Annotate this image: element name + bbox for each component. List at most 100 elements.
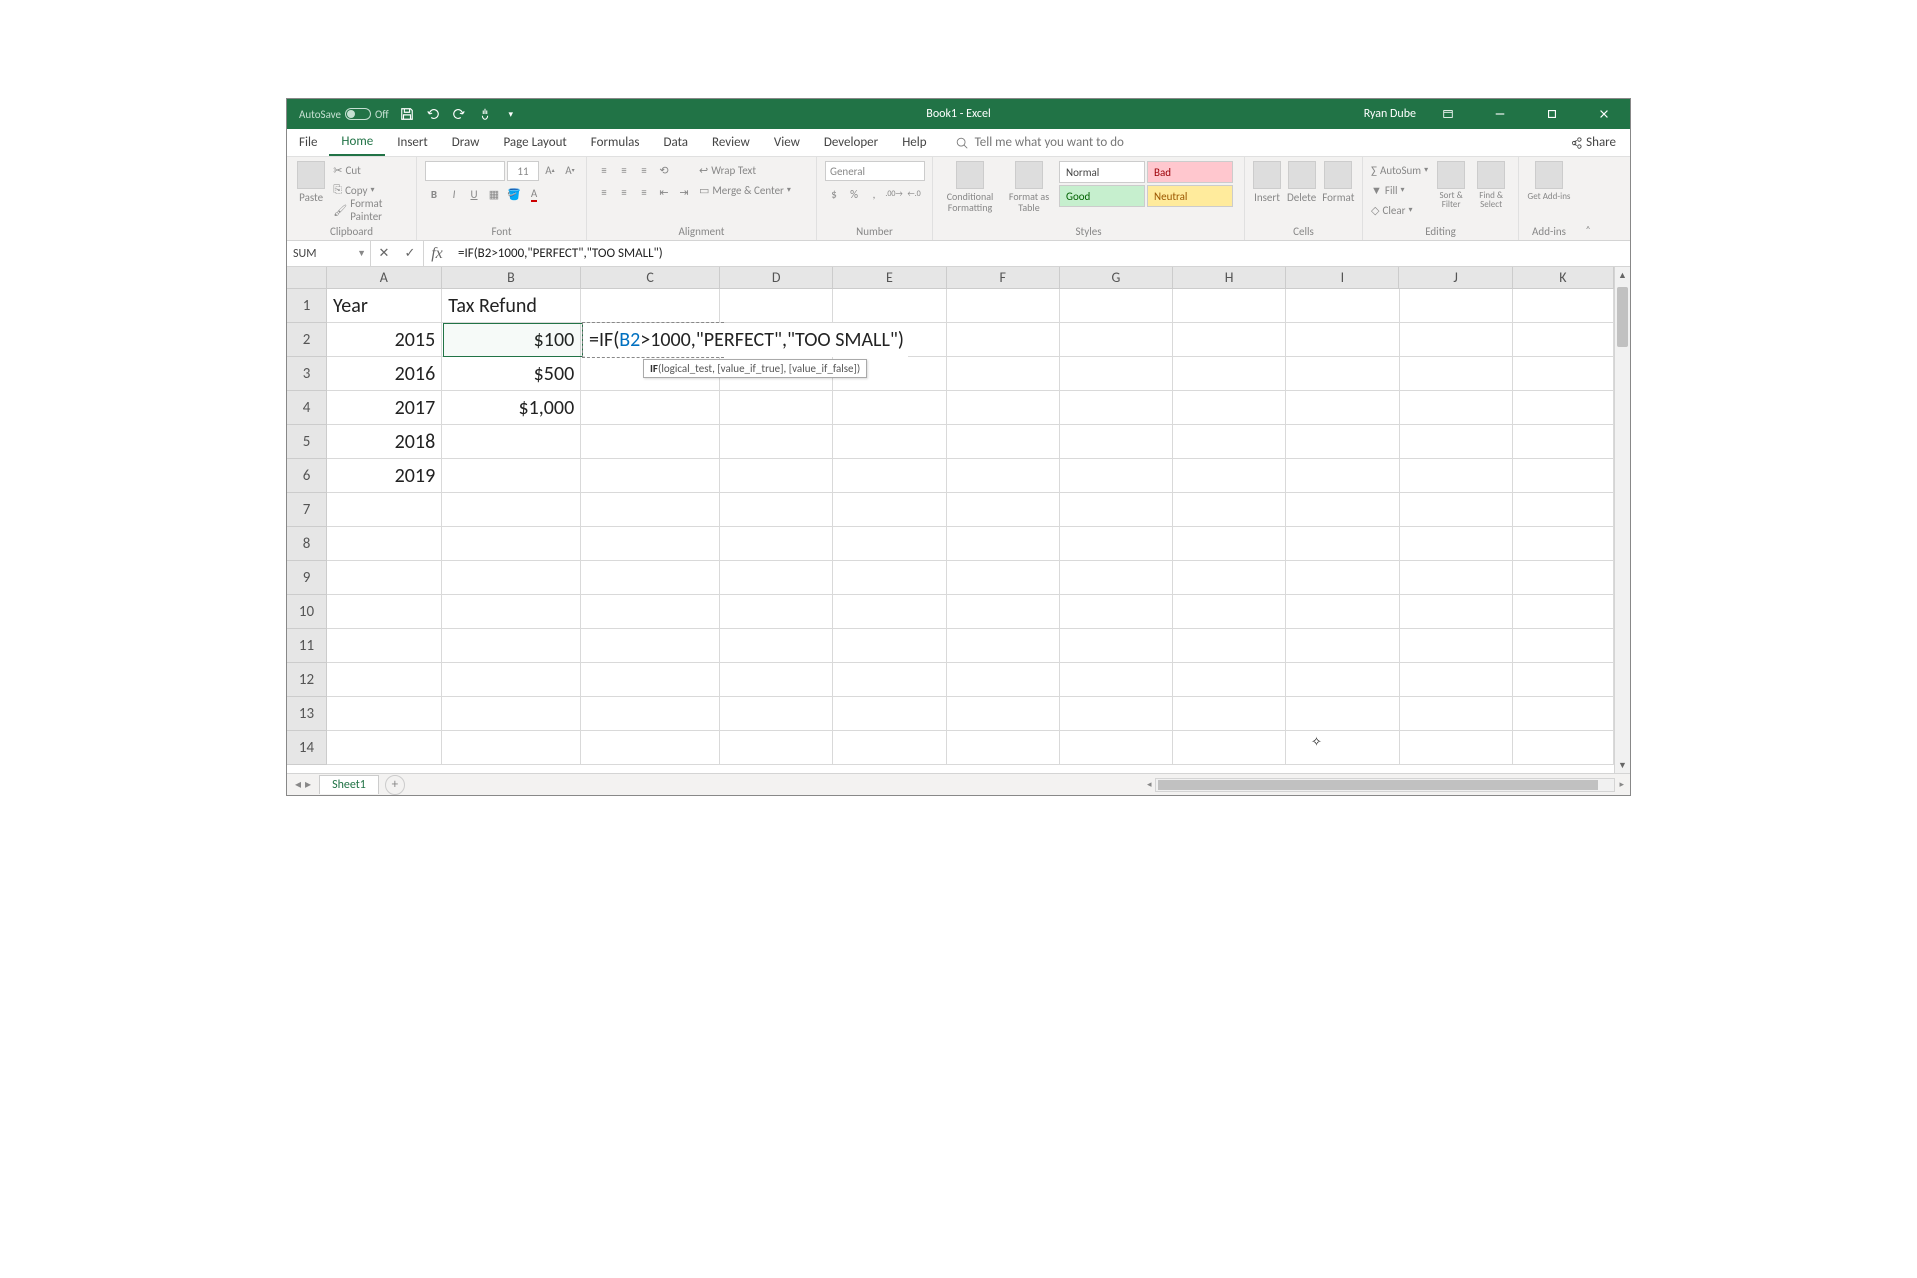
cell-h3[interactable] <box>1173 357 1286 391</box>
tab-view[interactable]: View <box>762 129 812 156</box>
row-header-3[interactable]: 3 <box>287 357 327 391</box>
align-center-icon[interactable]: ≡ <box>615 183 633 201</box>
decrease-indent-icon[interactable]: ⇤ <box>655 183 673 201</box>
align-left-icon[interactable]: ≡ <box>595 183 613 201</box>
select-all-corner[interactable] <box>287 267 327 289</box>
column-header-d[interactable]: D <box>720 267 833 289</box>
cell-d1[interactable] <box>720 289 833 323</box>
cell-e5[interactable] <box>833 425 946 459</box>
tab-home[interactable]: Home <box>329 129 385 156</box>
column-header-a[interactable]: A <box>327 267 442 289</box>
scroll-left-icon[interactable]: ◂ <box>1147 779 1152 790</box>
row-header-9[interactable]: 9 <box>287 561 327 595</box>
cell-h4[interactable] <box>1173 391 1286 425</box>
cell-c4[interactable] <box>581 391 720 425</box>
ribbon-display-icon[interactable] <box>1428 99 1468 129</box>
style-bad[interactable]: Bad <box>1147 161 1233 183</box>
sort-filter-button[interactable]: Sort & Filter <box>1434 161 1468 210</box>
cell-b4[interactable]: $1,000 <box>442 391 581 425</box>
formula-input[interactable]: =IF(B2>1000,"PERFECT","TOO SMALL") <box>450 241 1630 266</box>
cell-c5[interactable] <box>581 425 720 459</box>
cell-i1[interactable] <box>1286 289 1399 323</box>
cell-b3[interactable]: $500 <box>442 357 581 391</box>
row-header-8[interactable]: 8 <box>287 527 327 561</box>
cell-h1[interactable] <box>1173 289 1286 323</box>
insert-cells-button[interactable]: Insert <box>1253 161 1281 204</box>
cell-h5[interactable] <box>1173 425 1286 459</box>
cell-k2[interactable] <box>1513 323 1614 357</box>
tab-page-layout[interactable]: Page Layout <box>491 129 578 156</box>
column-header-k[interactable]: K <box>1513 267 1614 289</box>
cell-b2[interactable]: $100 <box>442 323 581 357</box>
format-as-table-button[interactable]: Format as Table <box>1005 161 1053 213</box>
cell-a2[interactable]: 2015 <box>327 323 442 357</box>
row-header-10[interactable]: 10 <box>287 595 327 629</box>
fx-icon[interactable]: fx <box>424 241 450 266</box>
share-button[interactable]: Share <box>1554 129 1630 156</box>
italic-button[interactable]: I <box>445 185 463 203</box>
collapse-ribbon-icon[interactable]: ˄ <box>1579 157 1597 240</box>
font-color-button[interactable]: A <box>525 185 543 203</box>
cell-a12[interactable] <box>327 663 442 697</box>
paste-button[interactable]: Paste <box>295 161 327 204</box>
cell-g5[interactable] <box>1060 425 1173 459</box>
comma-icon[interactable]: , <box>865 185 883 203</box>
tell-me-search[interactable]: Tell me what you want to do <box>955 129 1124 156</box>
cell-b5[interactable] <box>442 425 581 459</box>
style-good[interactable]: Good <box>1059 185 1145 207</box>
cell-i2[interactable] <box>1286 323 1399 357</box>
undo-icon[interactable] <box>425 106 441 122</box>
cell-a9[interactable] <box>327 561 442 595</box>
row-header-5[interactable]: 5 <box>287 425 327 459</box>
cell-j5[interactable] <box>1400 425 1513 459</box>
tab-developer[interactable]: Developer <box>812 129 890 156</box>
maximize-button[interactable] <box>1532 99 1572 129</box>
column-header-g[interactable]: G <box>1060 267 1173 289</box>
cell-k5[interactable] <box>1513 425 1614 459</box>
cell-f6[interactable] <box>947 459 1060 493</box>
underline-button[interactable]: U <box>465 185 483 203</box>
cell-c6[interactable] <box>581 459 720 493</box>
cell-f1[interactable] <box>947 289 1060 323</box>
cell-g2[interactable] <box>1060 323 1173 357</box>
cell-a8[interactable] <box>327 527 442 561</box>
cell-f2[interactable] <box>947 323 1060 357</box>
font-name-dropdown[interactable] <box>425 161 505 181</box>
cell-h2[interactable] <box>1173 323 1286 357</box>
cell-b1[interactable]: Tax Refund <box>442 289 581 323</box>
add-sheet-button[interactable]: + <box>385 775 405 795</box>
increase-indent-icon[interactable]: ⇥ <box>675 183 693 201</box>
cell-j4[interactable] <box>1400 391 1513 425</box>
cell-a5[interactable]: 2018 <box>327 425 442 459</box>
cell-a14[interactable] <box>327 731 442 765</box>
enter-formula-button[interactable]: ✓ <box>397 246 423 261</box>
decrease-decimal-icon[interactable]: ←.0 <box>905 185 923 203</box>
cell-b6[interactable] <box>442 459 581 493</box>
decrease-font-icon[interactable]: A▾ <box>561 161 579 179</box>
cell-f3[interactable] <box>947 357 1060 391</box>
cell-k6[interactable] <box>1513 459 1614 493</box>
cell-j2[interactable] <box>1400 323 1513 357</box>
conditional-formatting-button[interactable]: Conditional Formatting <box>941 161 999 213</box>
delete-cells-button[interactable]: Delete <box>1287 161 1316 204</box>
cell-a11[interactable] <box>327 629 442 663</box>
cell-i4[interactable] <box>1286 391 1399 425</box>
sheet-tab-sheet1[interactable]: Sheet1 <box>319 775 379 794</box>
cell-a13[interactable] <box>327 697 442 731</box>
cut-button[interactable]: ✂Cut <box>333 161 408 179</box>
tab-help[interactable]: Help <box>890 129 938 156</box>
qat-customize-icon[interactable]: ▾ <box>503 106 519 122</box>
touch-mode-icon[interactable] <box>477 106 493 122</box>
fill-button[interactable]: ▼Fill▾ <box>1371 181 1428 199</box>
row-header-7[interactable]: 7 <box>287 493 327 527</box>
tab-draw[interactable]: Draw <box>440 129 492 156</box>
tab-data[interactable]: Data <box>652 129 701 156</box>
cell-d6[interactable] <box>720 459 833 493</box>
row-header-14[interactable]: 14 <box>287 731 327 765</box>
cell-f5[interactable] <box>947 425 1060 459</box>
format-cells-button[interactable]: Format <box>1322 161 1354 204</box>
increase-decimal-icon[interactable]: .00→ <box>885 185 903 203</box>
style-normal[interactable]: Normal <box>1059 161 1145 183</box>
align-top-icon[interactable]: ≡ <box>595 161 613 179</box>
cell-i5[interactable] <box>1286 425 1399 459</box>
